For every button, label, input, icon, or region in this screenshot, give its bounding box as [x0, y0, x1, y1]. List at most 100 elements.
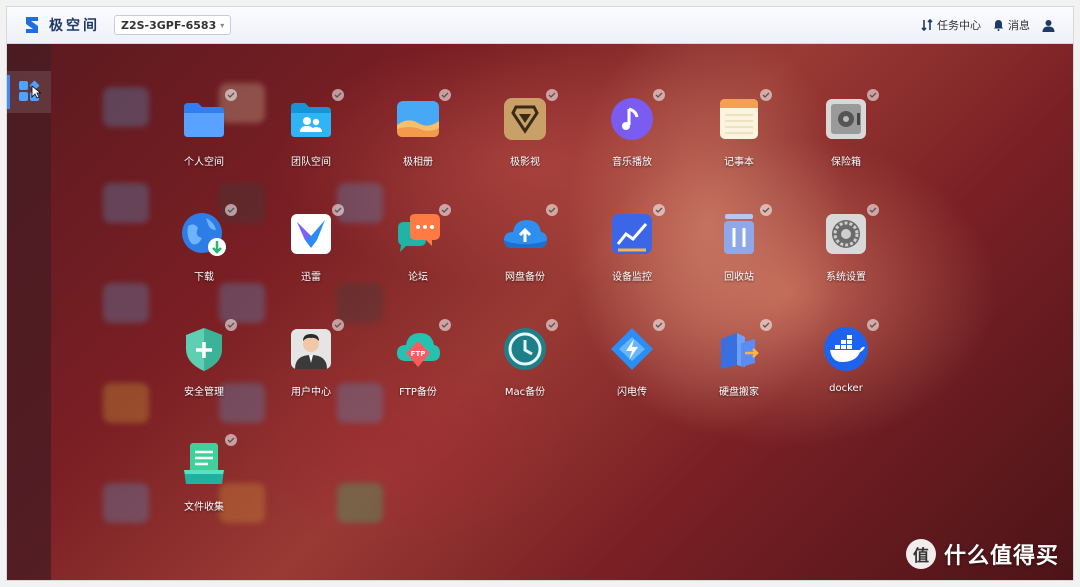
app-file-collection[interactable]: 文件收集: [159, 434, 249, 534]
svg-text:FTP: FTP: [411, 350, 426, 358]
check-badge-icon: [225, 89, 237, 101]
check-badge-icon: [653, 319, 665, 331]
app-flash-transfer[interactable]: 闪电传: [587, 319, 677, 419]
device-name: Z2S-3GPF-6583: [121, 18, 217, 32]
monitor-chart-icon: [612, 214, 652, 254]
top-bar: 极空间 Z2S-3GPF-6583 ▾ 任务中心 消息: [7, 7, 1073, 44]
app-video[interactable]: 极影视: [480, 89, 570, 189]
app-label: 闪电传: [617, 387, 647, 398]
app-personal-space[interactable]: 个人空间: [159, 89, 249, 189]
check-badge-icon: [546, 204, 558, 216]
blurred-background-icon: [103, 483, 149, 523]
mouse-cursor-icon: [31, 85, 41, 99]
app-system-settings[interactable]: 系统设置: [801, 204, 891, 304]
check-badge-icon: [653, 204, 665, 216]
blurred-background-icon: [337, 483, 383, 523]
app-label: 硬盘搬家: [719, 387, 759, 398]
ftp-icon: FTP: [397, 333, 440, 367]
app-label: 安全管理: [184, 387, 224, 398]
shield-icon: [186, 328, 222, 371]
check-badge-icon: [546, 89, 558, 101]
app-user-center[interactable]: 用户中心: [266, 319, 356, 419]
watermark-logo: 值: [905, 539, 936, 569]
check-badge-icon: [653, 89, 665, 101]
app-label: FTP备份: [399, 387, 437, 398]
check-badge-icon: [439, 319, 451, 331]
video-icon: [504, 98, 546, 140]
disk-migrate-icon: [721, 333, 759, 369]
task-center-label: 任务中心: [937, 19, 981, 32]
user-button[interactable]: [1042, 19, 1059, 32]
sidebar-item-apps[interactable]: [7, 71, 51, 113]
blurred-background-icon: [103, 87, 149, 127]
check-badge-icon: [225, 434, 237, 446]
download-globe-icon: [182, 213, 226, 256]
check-badge-icon: [225, 319, 237, 331]
brand-name: 极空间: [49, 18, 100, 34]
bell-icon: [994, 20, 1003, 31]
trash-icon: [724, 214, 754, 254]
app-label: 记事本: [724, 157, 754, 168]
check-badge-icon: [439, 89, 451, 101]
app-notepad[interactable]: 记事本: [694, 89, 784, 189]
app-safe[interactable]: 保险箱: [801, 89, 891, 189]
app-label: 迅雷: [301, 272, 321, 283]
user-icon: [1042, 19, 1055, 32]
blurred-background-icon: [103, 183, 149, 223]
app-label: Mac备份: [504, 387, 546, 398]
app-label: 个人空间: [184, 157, 224, 168]
app-disk-migration[interactable]: 硬盘搬家: [694, 319, 784, 419]
app-label: 极影视: [510, 157, 540, 168]
app-cloud-backup[interactable]: 网盘备份: [480, 204, 570, 304]
check-badge-icon: [439, 204, 451, 216]
notepad-icon: [720, 99, 758, 139]
chevron-down-icon: ▾: [220, 20, 225, 30]
settings-icon: [826, 214, 866, 254]
sidebar: [7, 43, 51, 580]
team-folder-icon: [291, 103, 331, 137]
device-selector[interactable]: Z2S-3GPF-6583 ▾: [114, 15, 232, 35]
app-window: 极空间 Z2S-3GPF-6583 ▾ 任务中心 消息 个人空间 团队空间 极相…: [6, 6, 1074, 581]
app-device-monitor[interactable]: 设备监控: [587, 204, 677, 304]
app-label: 下载: [194, 272, 214, 283]
app-security[interactable]: 安全管理: [159, 319, 249, 419]
check-badge-icon: [867, 89, 879, 101]
app-label: 系统设置: [826, 272, 866, 283]
app-docker[interactable]: docker: [801, 319, 891, 419]
check-badge-icon: [760, 89, 772, 101]
watermark-text: 什么值得买: [943, 544, 1059, 569]
user-center-icon: [291, 329, 331, 369]
app-music[interactable]: 音乐播放: [587, 89, 677, 189]
thunder-icon: [291, 214, 331, 254]
app-recycle-bin[interactable]: 回收站: [694, 204, 784, 304]
app-download[interactable]: 下载: [159, 204, 249, 304]
file-collect-icon: [184, 443, 224, 484]
check-badge-icon: [867, 204, 879, 216]
check-badge-icon: [332, 204, 344, 216]
app-forum[interactable]: 论坛: [373, 204, 463, 304]
time-machine-icon: [504, 328, 546, 370]
safe-icon: [826, 99, 866, 139]
app-label: 文件收集: [184, 502, 224, 513]
app-label: 保险箱: [831, 157, 861, 168]
docker-icon: [824, 327, 868, 371]
app-ftp-backup[interactable]: FTP FTP备份: [373, 319, 463, 419]
check-badge-icon: [760, 204, 772, 216]
messages-button[interactable]: 消息: [993, 17, 1030, 33]
lightning-icon: [611, 328, 653, 370]
brand-logo-icon: [26, 17, 38, 33]
app-mac-backup[interactable]: Mac备份: [480, 319, 570, 419]
brand-logo[interactable]: 极空间: [23, 14, 100, 36]
app-team-space[interactable]: 团队空间: [266, 89, 356, 189]
forum-icon: [398, 214, 440, 252]
app-photo-album[interactable]: 极相册: [373, 89, 463, 189]
blurred-background-icon: [103, 283, 149, 323]
photo-album-icon: [397, 101, 439, 137]
task-center-button[interactable]: 任务中心: [921, 17, 981, 33]
watermark: 值 什么值得买: [905, 538, 1059, 570]
app-label: 回收站: [724, 272, 754, 283]
check-badge-icon: [332, 319, 344, 331]
app-thunder[interactable]: 迅雷: [266, 204, 356, 304]
messages-label: 消息: [1008, 19, 1030, 32]
app-label: 设备监控: [612, 272, 652, 283]
